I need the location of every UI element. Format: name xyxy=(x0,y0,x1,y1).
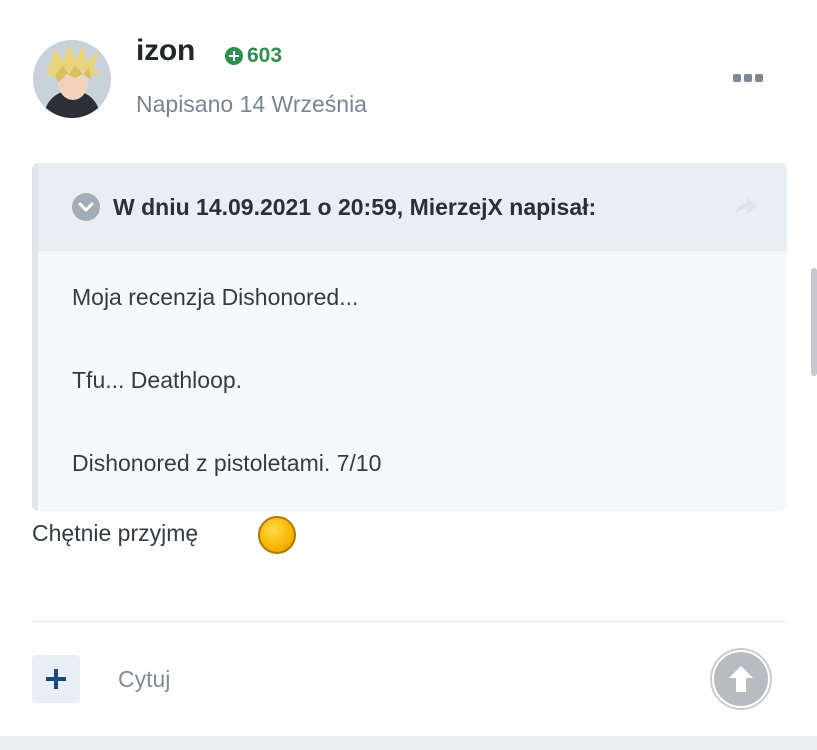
more-dots-icon[interactable] xyxy=(728,68,768,88)
next-post-edge xyxy=(0,736,817,750)
quote-line: Tfu... Deathloop. xyxy=(72,367,243,393)
author-name[interactable]: izon xyxy=(136,34,195,68)
reputation-badge: 603 xyxy=(225,44,282,68)
plus-circle-icon xyxy=(225,47,243,65)
quote-header: W dniu 14.09.2021 o 20:59, MierzejX napi… xyxy=(38,163,787,251)
divider xyxy=(32,621,787,622)
reputation-count: 603 xyxy=(247,44,283,67)
share-arrow-icon[interactable] xyxy=(733,196,759,223)
quote-block: W dniu 14.09.2021 o 20:59, MierzejX napi… xyxy=(32,163,787,511)
quote-button[interactable]: Cytuj xyxy=(118,666,170,693)
avatar[interactable] xyxy=(33,40,111,118)
quote-citation: W dniu 14.09.2021 o 20:59, MierzejX napi… xyxy=(113,193,597,220)
quote-body: Moja recenzja Dishonored... Tfu... Death… xyxy=(38,251,787,477)
quote-line: Moja recenzja Dishonored... xyxy=(72,284,359,310)
multiquote-add-button[interactable] xyxy=(32,655,80,703)
chevron-down-icon[interactable] xyxy=(72,193,100,221)
gold-coin-emoji xyxy=(258,516,296,554)
scroll-to-top-button[interactable] xyxy=(712,650,770,708)
quote-line: Dishonored z pistoletami. 7/10 xyxy=(72,450,382,476)
post-content: Chętnie przyjmę xyxy=(32,520,199,546)
scrollbar[interactable] xyxy=(811,268,817,376)
arrow-up-icon xyxy=(729,666,753,692)
post-date[interactable]: Napisano 14 Września xyxy=(136,91,367,118)
